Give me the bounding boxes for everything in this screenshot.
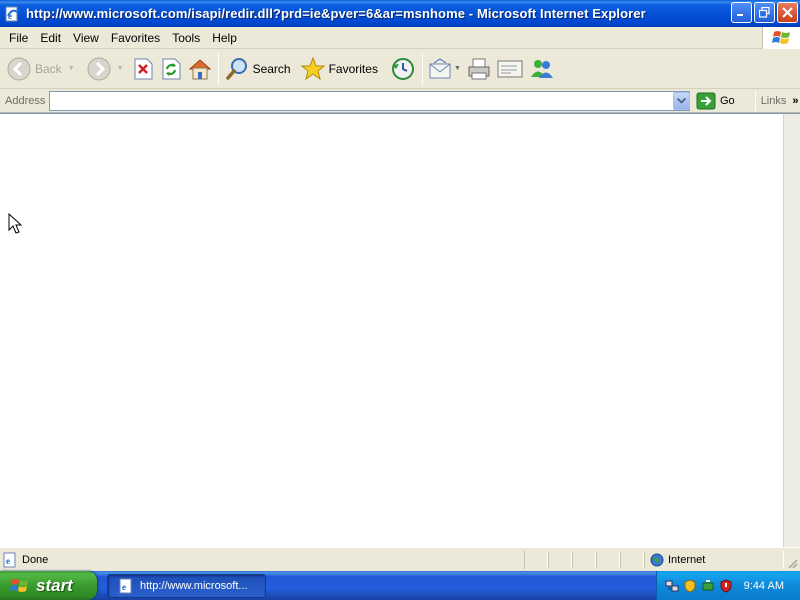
print-button[interactable] <box>464 52 494 86</box>
menu-help[interactable]: Help <box>206 28 243 48</box>
back-dropdown-icon[interactable]: ▼ <box>68 65 75 72</box>
start-label: start <box>36 575 73 595</box>
svg-text:e: e <box>122 582 126 592</box>
taskbar-item-label: http://www.microsoft... <box>140 580 248 592</box>
go-label: Go <box>720 94 735 107</box>
forward-button[interactable]: ▼ <box>84 52 127 86</box>
ie-page-icon: e <box>119 578 132 594</box>
search-label: Search <box>252 61 291 76</box>
windows-flag-icon <box>10 578 28 592</box>
forward-arrow-icon <box>87 57 111 80</box>
favorites-button[interactable]: Favorites <box>298 52 381 86</box>
home-button[interactable] <box>185 52 215 86</box>
mail-dropdown-icon[interactable]: ▼ <box>454 65 461 72</box>
refresh-icon <box>162 58 181 79</box>
security-alert-icon[interactable] <box>719 578 733 593</box>
system-tray: 9:44 AM <box>656 571 800 600</box>
toolbar-separator <box>421 52 423 85</box>
clock[interactable]: 9:44 AM <box>744 580 784 592</box>
menu-view[interactable]: View <box>67 28 105 48</box>
chevron-right-icon[interactable]: » <box>792 95 798 107</box>
refresh-button[interactable] <box>157 52 185 86</box>
chevron-down-icon <box>677 98 686 104</box>
messenger-icon <box>530 59 553 78</box>
page-status-icon: e <box>3 552 16 567</box>
menu-tools[interactable]: Tools <box>166 28 206 48</box>
address-label: Address <box>5 94 46 107</box>
zone-label: Internet <box>668 554 706 566</box>
back-label: Back <box>35 61 62 76</box>
title-bar[interactable]: e http://www.microsoft.com/isapi/redir.d… <box>0 0 800 27</box>
page-content[interactable] <box>0 113 800 547</box>
menu-edit[interactable]: Edit <box>34 28 67 48</box>
search-button[interactable]: Search <box>222 52 294 86</box>
edit-page-icon <box>497 60 523 77</box>
stop-button[interactable] <box>129 52 157 86</box>
mail-button[interactable]: ▼ <box>426 52 464 86</box>
links-separator <box>754 90 756 111</box>
address-input[interactable] <box>49 90 690 111</box>
edit-button[interactable] <box>494 52 526 86</box>
svg-text:e: e <box>8 11 12 21</box>
status-pane <box>596 551 620 569</box>
messenger-button[interactable] <box>526 52 558 86</box>
status-bar: e Done Internet <box>0 547 800 571</box>
svg-text:e: e <box>6 556 10 566</box>
links-toolbar[interactable]: Links <box>761 95 787 107</box>
vertical-scrollbar[interactable] <box>783 114 800 547</box>
back-arrow-icon <box>7 57 31 80</box>
start-button[interactable]: start <box>0 571 97 600</box>
status-text: Done <box>22 553 49 566</box>
taskbar-ie-window[interactable]: e http://www.microsoft... <box>107 574 266 598</box>
address-dropdown-button[interactable] <box>673 92 690 110</box>
close-button[interactable] <box>777 2 798 23</box>
status-pane <box>548 551 572 569</box>
history-button[interactable] <box>387 52 419 86</box>
mail-icon <box>429 57 451 78</box>
status-pane <box>620 551 644 569</box>
printer-icon <box>468 58 490 79</box>
network-icon[interactable] <box>665 579 679 593</box>
favorites-label: Favorites <box>328 61 378 76</box>
security-shield-icon[interactable] <box>683 578 697 593</box>
menu-bar: File Edit View Favorites Tools Help <box>0 27 800 49</box>
windows-flag-icon <box>762 27 800 49</box>
maximize-button[interactable] <box>754 2 775 23</box>
forward-dropdown-icon[interactable]: ▼ <box>117 65 124 72</box>
menu-file[interactable]: File <box>3 28 34 48</box>
resize-grip-icon[interactable] <box>786 557 798 569</box>
standard-toolbar: Back ▼ ▼ Search Favorites ▼ <box>0 49 800 89</box>
taskbar: start e http://www.microsoft... 9:44 AM <box>0 571 800 600</box>
safely-remove-icon[interactable] <box>701 579 715 593</box>
go-arrow-icon <box>696 92 716 109</box>
status-pane <box>524 551 548 569</box>
ie-page-icon: e <box>4 6 20 22</box>
search-icon <box>225 57 247 80</box>
back-button[interactable]: Back ▼ <box>4 52 78 86</box>
go-button[interactable]: Go <box>696 92 735 110</box>
star-icon <box>300 56 325 80</box>
globe-icon <box>650 553 664 567</box>
menu-favorites[interactable]: Favorites <box>105 28 166 48</box>
toolbar-separator <box>217 52 219 85</box>
status-pane <box>572 551 596 569</box>
security-zone[interactable]: Internet <box>650 551 705 569</box>
history-icon <box>391 57 414 80</box>
mouse-cursor-icon <box>8 213 22 234</box>
stop-icon <box>134 58 153 79</box>
home-icon <box>188 58 211 79</box>
minimize-button[interactable] <box>731 2 752 23</box>
window-title: http://www.microsoft.com/isapi/redir.dll… <box>26 6 646 21</box>
